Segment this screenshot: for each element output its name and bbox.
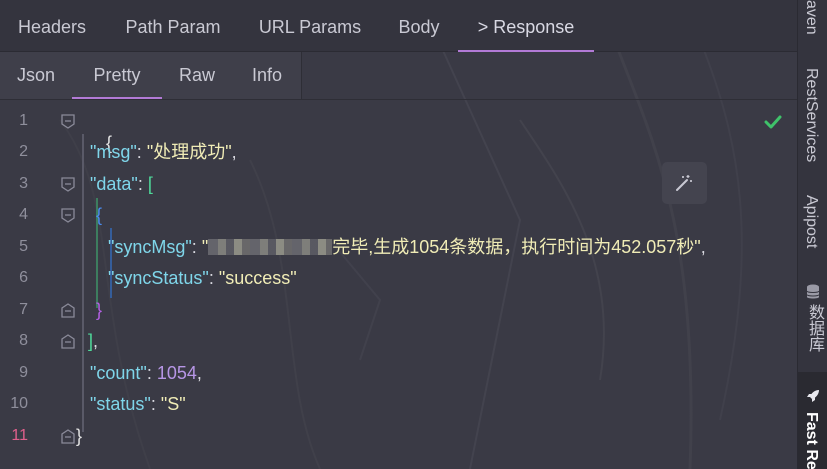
line-number: 3 xyxy=(19,175,28,192)
json-colon: : xyxy=(150,394,161,414)
tab-json[interactable]: Json xyxy=(0,52,72,99)
json-number-value: 1054 xyxy=(156,363,197,383)
json-colon: : xyxy=(208,268,219,288)
tab-headers[interactable]: Headers xyxy=(2,0,102,52)
json-brace: { xyxy=(96,205,103,225)
json-key: "count" xyxy=(90,363,147,383)
format-button[interactable] xyxy=(662,162,707,204)
rocket-icon xyxy=(807,390,819,402)
tab-url-params[interactable]: URL Params xyxy=(246,0,374,52)
check-icon xyxy=(764,115,782,129)
json-string-value: "S" xyxy=(160,394,186,414)
json-comma: , xyxy=(196,363,202,383)
tab-response[interactable]: > Response xyxy=(458,0,594,52)
code-line: ], xyxy=(88,330,98,352)
code-line: "status": "S" xyxy=(90,393,186,415)
sidebar-item-database[interactable]: 数据库 xyxy=(802,304,826,352)
json-key: "status" xyxy=(90,394,151,414)
code-line: "data": [ xyxy=(90,173,153,195)
line-number-gutter: 1 2 3 4 5 6 7 8 9 10 11 xyxy=(0,100,78,469)
code-line: "syncStatus": "success" xyxy=(108,267,297,289)
json-comma: , xyxy=(93,331,99,351)
fold-close-icon[interactable] xyxy=(61,303,75,318)
code-line: "syncMsg": " 完毕,生成1054条数据，执行时间为452.057秒", xyxy=(108,236,706,258)
json-string-value: "处理成功" xyxy=(146,142,232,162)
fold-close-icon[interactable] xyxy=(61,334,75,349)
json-bracket: [ xyxy=(147,174,153,194)
response-format-tabs: Json Pretty Raw Info xyxy=(0,52,302,99)
tab-raw[interactable]: Raw xyxy=(162,52,232,99)
line-number: 1 xyxy=(19,112,28,129)
sidebar-item-restservices[interactable]: RestServices xyxy=(802,68,820,162)
json-comma: , xyxy=(231,142,237,162)
code-line: } xyxy=(76,425,82,447)
tab-path-param[interactable]: Path Param xyxy=(112,0,234,52)
json-key: "msg" xyxy=(90,142,137,162)
line-number: 9 xyxy=(19,364,28,381)
line-number: 6 xyxy=(19,269,28,286)
sidebar-item-fast-request[interactable]: Fast Re xyxy=(802,412,820,469)
sidebar-item-maven[interactable]: aven xyxy=(802,0,820,35)
code-line: "count": 1054, xyxy=(90,362,202,384)
redacted-text xyxy=(208,239,333,255)
database-icon xyxy=(806,284,820,299)
json-colon: : xyxy=(146,363,157,383)
json-string-value: "success" xyxy=(218,268,297,288)
json-brace: } xyxy=(76,426,83,446)
tab-pretty[interactable]: Pretty xyxy=(72,52,162,99)
sidebar-item-apipost[interactable]: Apipost xyxy=(802,195,820,248)
right-tool-sidebar: aven RestServices Apipost 数据库 Fast Re xyxy=(797,0,827,469)
code-line: { xyxy=(96,204,102,226)
code-line: "msg": "处理成功", xyxy=(90,141,237,163)
json-key: "syncMsg" xyxy=(108,237,192,257)
indent-guide xyxy=(82,134,84,432)
json-colon: : xyxy=(137,174,148,194)
json-brace: } xyxy=(96,300,103,320)
magic-wand-icon xyxy=(676,175,692,191)
fold-open-icon[interactable] xyxy=(61,208,75,223)
json-key: "syncStatus" xyxy=(108,268,209,288)
json-key: "data" xyxy=(90,174,138,194)
line-number: 8 xyxy=(19,332,28,349)
main-panel: Headers Path Param URL Params Body > Res… xyxy=(0,0,797,469)
json-comma: , xyxy=(700,237,706,257)
line-number: 4 xyxy=(19,206,28,223)
code-line: } xyxy=(96,299,102,321)
response-section-tabs: Headers Path Param URL Params Body > Res… xyxy=(0,0,797,52)
fold-close-icon[interactable] xyxy=(61,429,75,444)
tab-info[interactable]: Info xyxy=(232,52,302,99)
json-string-value: 完毕,生成1054条数据，执行时间为452.057秒" xyxy=(332,237,701,257)
line-number: 10 xyxy=(10,395,28,412)
json-colon: : xyxy=(136,142,147,162)
line-number: 2 xyxy=(19,143,28,160)
json-response-editor[interactable]: 1 2 3 4 5 6 7 8 9 10 11 { "msg": "处理成功", xyxy=(0,99,797,469)
json-colon: : xyxy=(191,237,202,257)
fold-open-icon[interactable] xyxy=(61,114,75,129)
line-number: 5 xyxy=(19,238,28,255)
fold-open-icon[interactable] xyxy=(61,177,75,192)
tab-body[interactable]: Body xyxy=(384,0,454,52)
line-number: 7 xyxy=(19,301,28,318)
line-number-current: 11 xyxy=(11,427,28,444)
